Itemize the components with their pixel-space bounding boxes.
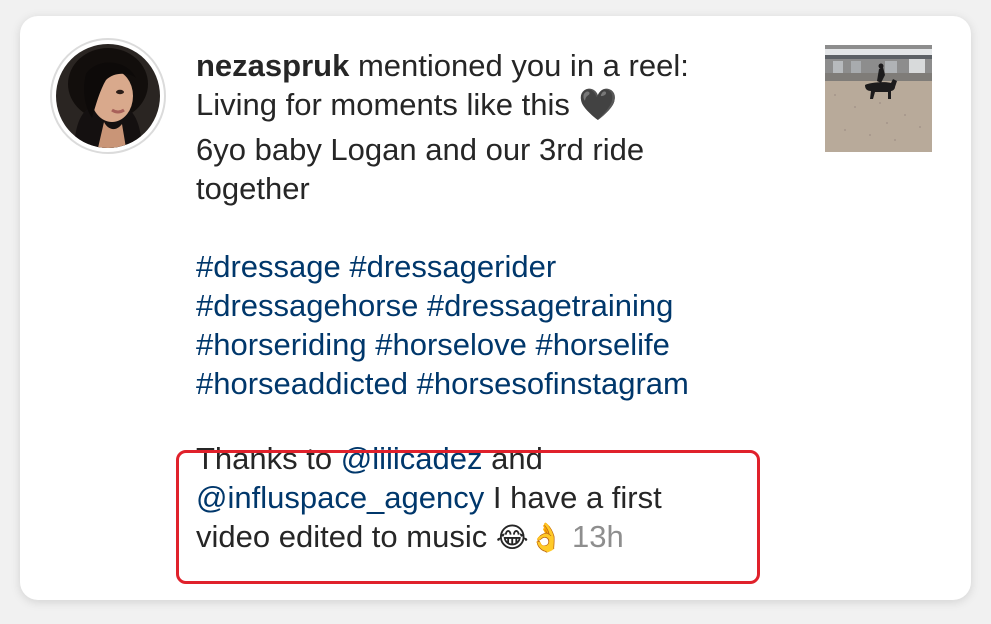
hashtag-line[interactable]: #horseaddicted #horsesofinstagram xyxy=(196,364,796,403)
hashtag-block: #dressage #dressagerider #dressagehorse … xyxy=(196,247,796,403)
action-text: mentioned you in a reel: xyxy=(349,48,689,83)
caption-line-1: Living for moments like this 🖤 xyxy=(196,87,618,122)
profile-photo-icon xyxy=(56,44,160,148)
reel-thumbnail-icon xyxy=(825,45,932,152)
notification-card[interactable]: nezaspruk mentioned you in a reel: Livin… xyxy=(20,16,971,600)
hashtag-line[interactable]: #dressagehorse #dressagetraining xyxy=(196,286,796,325)
caption-line-3: together xyxy=(196,171,310,206)
header-line: nezaspruk mentioned you in a reel: xyxy=(196,46,796,85)
caption-line-2: 6yo baby Logan and our 3rd ride xyxy=(196,132,645,167)
username-link[interactable]: nezaspruk xyxy=(196,48,349,83)
reel-thumbnail[interactable] xyxy=(825,45,932,152)
avatar[interactable] xyxy=(50,38,166,154)
highlight-annotation xyxy=(176,450,760,584)
hashtag-line[interactable]: #horseriding #horselove #horselife xyxy=(196,325,796,364)
hashtag-line[interactable]: #dressage #dressagerider xyxy=(196,247,796,286)
